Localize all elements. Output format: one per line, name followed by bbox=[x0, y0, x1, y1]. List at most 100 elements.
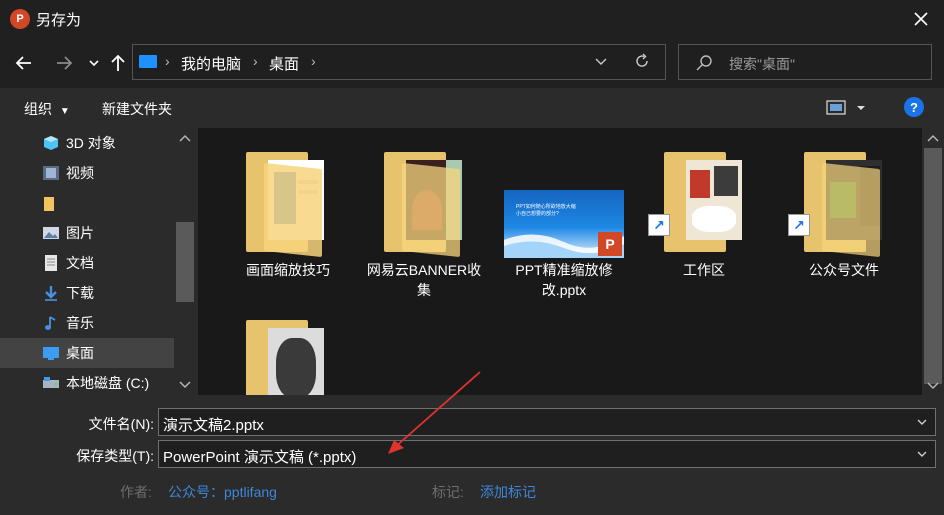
computer-icon bbox=[139, 55, 157, 68]
up-button[interactable] bbox=[106, 51, 130, 75]
chevron-down-icon[interactable] bbox=[922, 378, 944, 392]
pptx-thumbnail-text: PPT如何随心所欲地放大缩小自己想要的部分? bbox=[516, 204, 576, 217]
download-icon bbox=[45, 286, 57, 301]
folder-icon bbox=[804, 152, 882, 258]
file-item-pptx[interactable]: PPT如何随心所欲地放大缩小自己想要的部分? P PPT精准缩放修改.pptx bbox=[504, 128, 624, 298]
shortcut-arrow-icon: ↗ bbox=[648, 214, 670, 236]
toolbar: 组织 ▼ 新建文件夹 ? bbox=[0, 88, 944, 128]
powerpoint-icon: P bbox=[10, 9, 30, 29]
navigation-pane: 3D 对象 视频 图片 文档 下载 音乐 桌面 本地磁盘 (C:) bbox=[0, 128, 198, 395]
address-dropdown-button[interactable] bbox=[593, 53, 609, 72]
sidebar-item-label: 本地磁盘 (C:) bbox=[66, 375, 150, 391]
sidebar-item-3d-objects[interactable]: 3D 对象 bbox=[0, 128, 174, 158]
sidebar-item-videos[interactable]: 视频 bbox=[0, 158, 174, 188]
back-button[interactable] bbox=[12, 51, 36, 75]
breadcrumb-my-computer[interactable]: 我的电脑 bbox=[181, 53, 241, 74]
folder-icon bbox=[246, 320, 324, 395]
annotation-arrow bbox=[388, 371, 481, 454]
sidebar-item-label: 视频 bbox=[66, 165, 94, 181]
folder-icon bbox=[246, 152, 324, 258]
sidebar-item-folder[interactable] bbox=[0, 188, 174, 218]
filename-label: 文件名(N): bbox=[88, 416, 154, 432]
author-value[interactable]: 公众号：pptlifang bbox=[168, 482, 277, 502]
chevron-up-icon[interactable] bbox=[176, 132, 194, 146]
search-box[interactable]: 搜索"桌面" bbox=[678, 44, 932, 80]
chevron-right-icon: › bbox=[311, 53, 316, 69]
close-icon bbox=[914, 12, 928, 26]
file-item-folder[interactable]: 网易云BANNER收集 bbox=[364, 128, 484, 298]
sidebar-item-label: 桌面 bbox=[66, 345, 94, 361]
powerpoint-icon: P bbox=[598, 232, 622, 256]
address-bar[interactable]: › 我的电脑 › 桌面 › bbox=[132, 44, 666, 80]
sidebar-item-label: 文档 bbox=[66, 255, 94, 271]
chevron-down-icon[interactable] bbox=[176, 377, 194, 391]
file-name: 网易云BANNER收集 bbox=[366, 262, 482, 298]
folder-icon bbox=[384, 152, 462, 258]
music-icon bbox=[45, 316, 56, 330]
arrow-right-icon bbox=[57, 56, 73, 70]
sidebar-item-documents[interactable]: 文档 bbox=[0, 248, 174, 278]
arrow-up-icon bbox=[111, 54, 125, 71]
chevron-right-icon: › bbox=[253, 53, 258, 69]
file-name: 公众号文件 bbox=[809, 262, 879, 278]
tags-label: 标记: bbox=[432, 484, 464, 500]
documents-icon bbox=[45, 255, 57, 271]
chevron-down-icon[interactable] bbox=[915, 447, 929, 461]
chevron-right-icon: › bbox=[165, 53, 170, 69]
folder-icon bbox=[664, 152, 742, 252]
chevron-down-icon bbox=[89, 60, 99, 67]
chevron-down-icon[interactable] bbox=[915, 415, 929, 429]
3d-objects-icon bbox=[44, 136, 58, 150]
view-icon bbox=[826, 100, 865, 115]
view-options-button[interactable] bbox=[826, 99, 866, 120]
file-item-folder[interactable] bbox=[228, 292, 348, 395]
search-icon bbox=[695, 54, 713, 75]
sidebar-item-label: 3D 对象 bbox=[66, 135, 116, 151]
recent-locations-button[interactable] bbox=[82, 51, 106, 75]
file-item-folder-shortcut[interactable]: ↗ 工作区 bbox=[644, 128, 764, 288]
file-list-scroll-thumb[interactable] bbox=[924, 148, 942, 384]
chevron-down-icon bbox=[595, 58, 607, 65]
help-button[interactable]: ? bbox=[904, 97, 924, 117]
refresh-icon bbox=[636, 53, 648, 67]
sidebar-item-downloads[interactable]: 下载 bbox=[0, 278, 174, 308]
file-name: 画面缩放技巧 bbox=[246, 262, 330, 278]
add-tags-link[interactable]: 添加标记 bbox=[480, 482, 536, 502]
filename-field[interactable]: 演示文稿2.pptx bbox=[158, 408, 936, 436]
file-type-value[interactable]: PowerPoint 演示文稿 (*.pptx) bbox=[163, 446, 356, 467]
sidebar-item-label: 图片 bbox=[66, 225, 94, 241]
file-type-select[interactable]: PowerPoint 演示文稿 (*.pptx) bbox=[158, 440, 936, 468]
close-button[interactable] bbox=[910, 8, 932, 30]
sidebar-item-label: 下载 bbox=[66, 285, 94, 301]
caret-down-icon: ▼ bbox=[59, 106, 70, 117]
file-item-folder-shortcut[interactable]: ↗ 公众号文件 bbox=[784, 128, 904, 288]
new-folder-button[interactable]: 新建文件夹 bbox=[102, 99, 172, 119]
desktop-icon bbox=[43, 347, 59, 360]
file-list-scrollbar[interactable] bbox=[922, 128, 944, 395]
sidebar-item-local-disk[interactable]: 本地磁盘 (C:) bbox=[0, 368, 174, 395]
file-name: PPT精准缩放修改.pptx bbox=[515, 262, 613, 298]
navigation-bar: › 我的电脑 › 桌面 › 搜索"桌面" bbox=[0, 38, 944, 88]
sidebar-item-pictures[interactable]: 图片 bbox=[0, 218, 174, 248]
pictures-icon bbox=[43, 227, 59, 239]
file-list: 画面缩放技巧 网易云BANNER收集 PPT如何随心所欲地放大缩小自己想要的部分… bbox=[198, 128, 922, 395]
file-name: 工作区 bbox=[683, 262, 725, 278]
filename-value[interactable]: 演示文稿2.pptx bbox=[163, 414, 264, 435]
breadcrumb-desktop[interactable]: 桌面 bbox=[269, 53, 299, 74]
author-label: 作者: bbox=[120, 484, 152, 500]
sidebar-scroll-thumb[interactable] bbox=[176, 222, 194, 302]
organize-label: 组织 bbox=[24, 101, 52, 117]
chevron-up-icon[interactable] bbox=[922, 132, 944, 146]
title-bar: P 另存为 bbox=[0, 0, 944, 38]
sidebar-scrollbar[interactable] bbox=[176, 128, 198, 395]
sidebar-item-music[interactable]: 音乐 bbox=[0, 308, 174, 338]
file-item-folder[interactable]: 画面缩放技巧 bbox=[228, 128, 348, 288]
forward-button[interactable] bbox=[52, 51, 76, 75]
refresh-button[interactable] bbox=[633, 52, 651, 73]
drive-icon bbox=[43, 377, 59, 388]
video-icon bbox=[43, 166, 59, 180]
sidebar-item-desktop[interactable]: 桌面 bbox=[0, 338, 174, 368]
organize-button[interactable]: 组织 ▼ bbox=[24, 99, 70, 119]
search-input[interactable]: 搜索"桌面" bbox=[729, 54, 795, 74]
file-type-label: 保存类型(T): bbox=[76, 448, 154, 464]
